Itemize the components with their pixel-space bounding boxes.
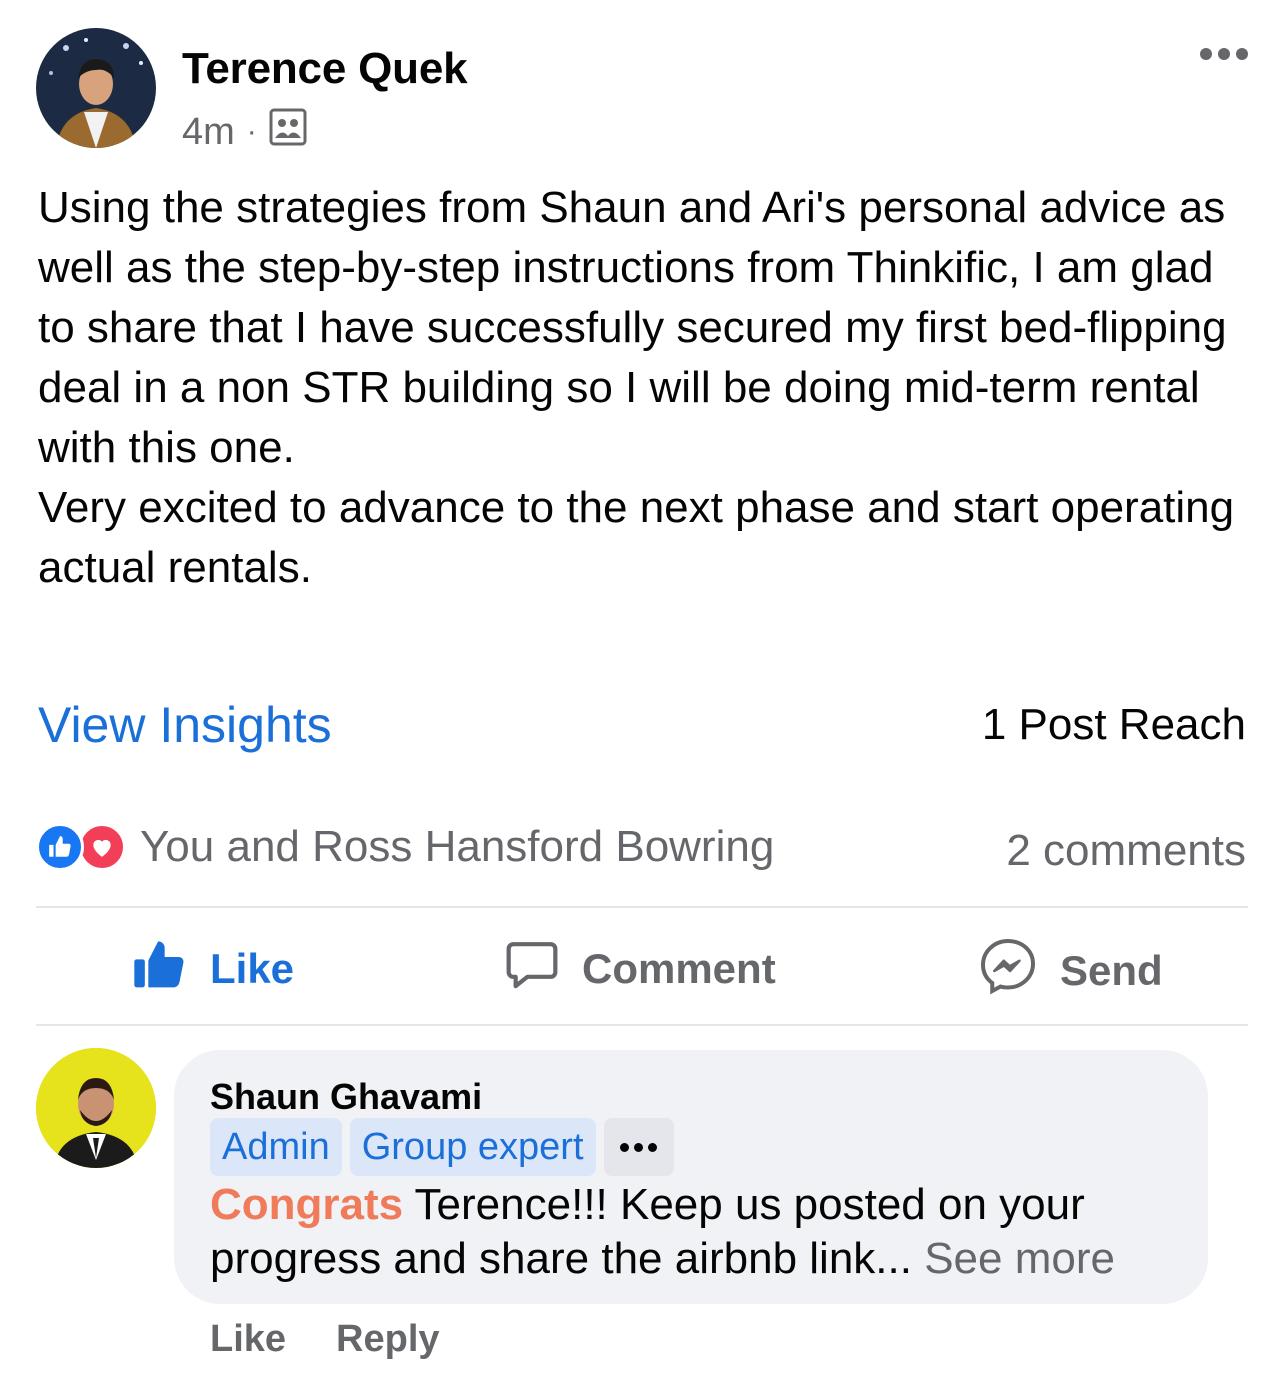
comment-text: Congrats Terence!!! Keep us posted on yo… (210, 1178, 1190, 1286)
commenter-avatar[interactable] (36, 1048, 156, 1168)
comment-actions: Like Reply (210, 1318, 440, 1361)
post-body: Using the strategies from Shaun and Ari'… (38, 178, 1258, 598)
see-more-link[interactable]: See more (924, 1234, 1115, 1283)
send-button[interactable]: Send (978, 936, 1163, 1006)
reactions-summary[interactable]: You and Ross Hansford Bowring (36, 822, 774, 872)
commenter-badges: Admin Group expert (210, 1118, 674, 1176)
comment-reply-button[interactable]: Reply (336, 1318, 439, 1361)
post-time[interactable]: 4m (182, 111, 235, 154)
like-button-label: Like (210, 945, 295, 992)
send-button-label: Send (1060, 947, 1163, 994)
messenger-icon (978, 936, 1038, 1006)
post-reach: 1 Post Reach (981, 700, 1246, 749)
comment-bubble-icon (504, 936, 560, 1002)
comment-highlight: Congrats (210, 1180, 404, 1229)
group-expert-badge[interactable]: Group expert (349, 1118, 596, 1176)
comment-like-button[interactable]: Like (210, 1318, 286, 1361)
post-paragraph: Very excited to advance to the next phas… (38, 483, 1235, 592)
comment-button[interactable]: Comment (504, 936, 776, 1002)
commenter-name[interactable]: Shaun Ghavami (210, 1076, 482, 1118)
admin-badge[interactable]: Admin (210, 1118, 342, 1176)
group-audience-icon (269, 108, 307, 156)
view-insights-link[interactable]: View Insights (38, 696, 332, 754)
meta-separator: · (246, 115, 257, 148)
divider (36, 906, 1248, 908)
like-button[interactable]: Like (132, 936, 294, 1002)
post-meta: 4m · (182, 108, 307, 156)
divider (36, 1024, 1248, 1026)
post-author-name[interactable]: Terence Quek (182, 44, 468, 94)
more-options-icon[interactable] (1200, 48, 1248, 60)
thumbs-up-icon (132, 936, 188, 1002)
reactions-names: You and Ross Hansford Bowring (140, 822, 775, 871)
post-paragraph: Using the strategies from Shaun and Ari'… (38, 183, 1227, 472)
like-reaction-icon (36, 823, 84, 871)
comment-button-label: Comment (582, 945, 776, 992)
author-avatar[interactable] (36, 28, 156, 148)
comments-count[interactable]: 2 comments (1006, 826, 1246, 876)
more-badges-icon[interactable] (603, 1118, 674, 1176)
love-reaction-icon (78, 823, 126, 871)
